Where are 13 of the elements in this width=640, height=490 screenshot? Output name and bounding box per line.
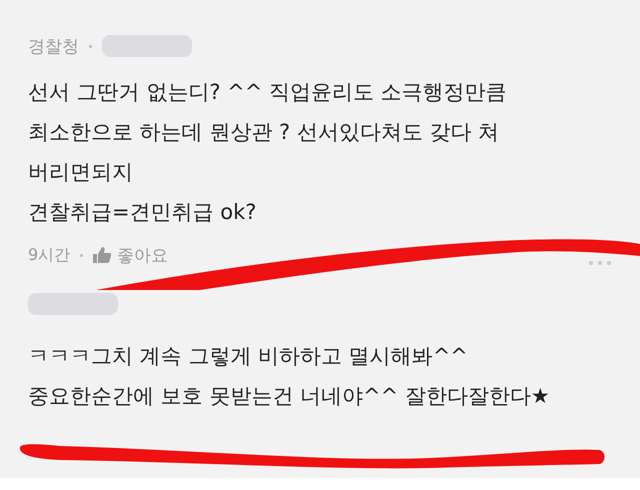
thumbs-up-icon — [93, 247, 112, 263]
comment-time: 9시간 — [28, 244, 70, 266]
comment-text: 중요한순간에 보호 못받는건 너네야^^ 잘한다잘한다★ — [28, 383, 551, 410]
comment-text: ㅋㅋㅋ그치 계속 그렇게 비하하고 멸시해봐^^ — [28, 343, 469, 370]
more-icon[interactable] — [588, 260, 612, 266]
comment-text: 선서 그딴거 없는디? ^^ 직업윤리도 소극행정만큼 — [28, 79, 508, 106]
like-button[interactable]: 좋아요 — [93, 244, 168, 266]
comment-text: 버리면되지 — [28, 159, 134, 186]
separator-dot-icon — [80, 254, 84, 256]
separator-dot-icon — [89, 44, 92, 48]
comment-text: 최소한으로 하는데 뭔상관 ? 선서있다쳐도 갖다 쳐 — [28, 119, 500, 146]
author-name: 경찰청 — [28, 36, 79, 58]
comment-text: 견찰취급=견민취급 ok? — [28, 199, 258, 226]
